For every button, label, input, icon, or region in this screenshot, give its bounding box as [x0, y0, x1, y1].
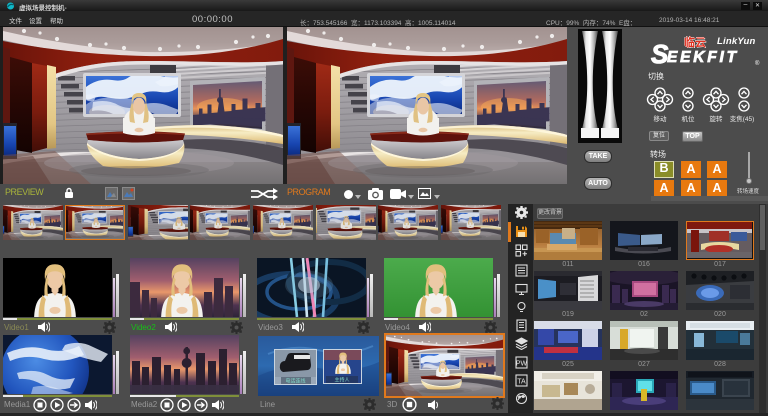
svg-text:电话连线: 电话连线	[285, 378, 305, 385]
svg-text:主持人: 主持人	[334, 377, 349, 384]
svg-text:TA: TA	[517, 379, 526, 386]
svg-text:PW: PW	[516, 361, 528, 368]
